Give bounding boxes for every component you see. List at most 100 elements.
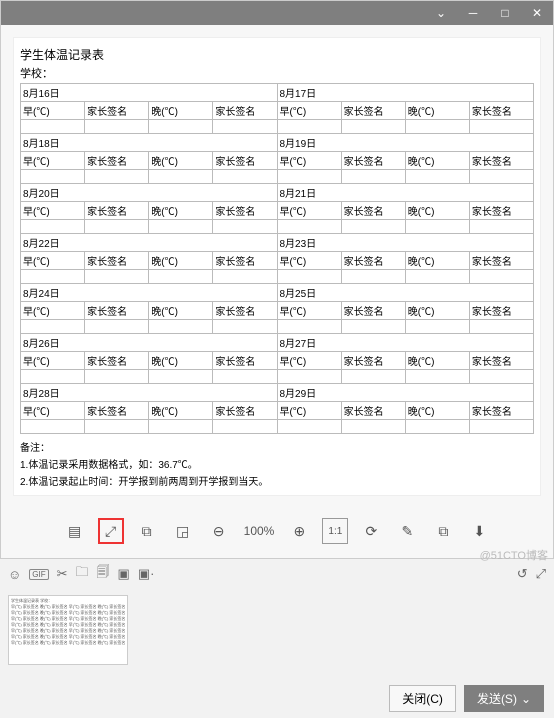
header-cell: 早(℃) — [21, 102, 85, 120]
titlebar-dropdown-icon[interactable]: ⌄ — [425, 6, 457, 20]
download-icon[interactable]: ⬇ — [466, 518, 492, 544]
header-cell: 晚(℃) — [405, 102, 469, 120]
date-cell: 8月23日 — [277, 234, 534, 252]
phone-icon[interactable]: ↺ — [517, 566, 528, 582]
header-cell: 家长签名 — [85, 152, 149, 170]
value-cell — [149, 270, 213, 284]
chat-toolbar: ☺ GIF ✂ 🗀 🗐 ▣ ▣· ↺ ⤢ — [0, 559, 554, 589]
zoom-in-icon[interactable]: ⊕ — [286, 518, 312, 544]
date-cell: 8月29日 — [277, 384, 534, 402]
expand-chat-icon[interactable]: ⤢ — [536, 566, 546, 582]
header-cell: 家长签名 — [85, 102, 149, 120]
header-cell: 早(℃) — [21, 252, 85, 270]
value-cell — [85, 270, 149, 284]
header-cell: 早(℃) — [277, 102, 341, 120]
grid-view-icon[interactable]: ▤ — [62, 518, 88, 544]
header-cell: 家长签名 — [341, 152, 405, 170]
header-cell: 早(℃) — [21, 352, 85, 370]
header-cell: 早(℃) — [21, 202, 85, 220]
value-cell — [149, 120, 213, 134]
header-cell: 家长签名 — [85, 302, 149, 320]
value-cell — [469, 370, 533, 384]
close-chat-button[interactable]: 关闭(C) — [389, 685, 456, 712]
header-cell: 早(℃) — [277, 202, 341, 220]
header-cell: 晚(℃) — [405, 302, 469, 320]
value-cell — [21, 320, 85, 334]
header-cell: 早(℃) — [21, 302, 85, 320]
value-cell — [277, 270, 341, 284]
edit-icon[interactable]: ✎ — [394, 518, 420, 544]
value-cell — [85, 320, 149, 334]
attachment-thumbnail[interactable]: 学生体温记录表 学校： 早(℃) 家长签名 晚(℃) 家长签名 早(℃) 家长签… — [8, 595, 128, 665]
value-cell — [213, 170, 277, 184]
folder-icon[interactable]: 🗀 — [76, 563, 89, 585]
value-cell — [469, 320, 533, 334]
value-cell — [469, 270, 533, 284]
value-cell — [341, 270, 405, 284]
value-cell — [277, 220, 341, 234]
copy-icon[interactable]: ⧉ — [134, 518, 160, 544]
value-cell — [469, 420, 533, 434]
value-cell — [21, 170, 85, 184]
maximize-button[interactable]: □ — [489, 6, 521, 20]
value-cell — [213, 420, 277, 434]
scissors-icon[interactable]: ✂ — [57, 566, 68, 582]
header-cell: 家长签名 — [85, 252, 149, 270]
value-cell — [21, 120, 85, 134]
header-cell: 家长签名 — [341, 102, 405, 120]
value-cell — [341, 220, 405, 234]
header-cell: 家长签名 — [341, 402, 405, 420]
watermark: @51CTO博客 — [480, 547, 548, 563]
header-cell: 晚(℃) — [149, 302, 213, 320]
value-cell — [149, 220, 213, 234]
value-cell — [213, 320, 277, 334]
value-cell — [85, 220, 149, 234]
gif-icon[interactable]: GIF — [29, 569, 48, 580]
header-cell: 家长签名 — [341, 202, 405, 220]
expand-icon[interactable]: ⤢ — [98, 518, 124, 544]
header-cell: 晚(℃) — [405, 202, 469, 220]
minimize-button[interactable]: ─ — [457, 6, 489, 20]
notes-line-2: 2.体温记录起止时间：开学报到前两周到开学报到当天。 — [20, 472, 534, 489]
header-cell: 家长签名 — [469, 252, 533, 270]
fit-icon[interactable]: 1:1 — [322, 518, 348, 544]
date-cell: 8月28日 — [21, 384, 278, 402]
header-cell: 家长签名 — [469, 102, 533, 120]
capture-icon[interactable]: ▣· — [138, 566, 155, 582]
image-icon[interactable]: ▣ — [118, 566, 130, 582]
header-cell: 晚(℃) — [149, 102, 213, 120]
value-cell — [341, 420, 405, 434]
zoom-percent[interactable]: 100% — [242, 518, 277, 544]
send-button[interactable]: 发送(S) ⌄ — [464, 685, 544, 712]
header-cell: 晚(℃) — [405, 252, 469, 270]
header-cell: 早(℃) — [21, 402, 85, 420]
doc-title: 学生体温记录表 — [20, 44, 534, 65]
history-icon[interactable]: 🗐 — [97, 563, 110, 585]
notes-heading: 备注： — [20, 438, 534, 455]
temperature-table: 8月16日8月17日早(℃)家长签名晚(℃)家长签名早(℃)家长签名晚(℃)家长… — [20, 83, 534, 434]
value-cell — [341, 320, 405, 334]
zoom-out-icon[interactable]: ⊖ — [206, 518, 232, 544]
close-button[interactable]: ✕ — [521, 6, 553, 20]
header-cell: 家长签名 — [85, 202, 149, 220]
crop2-icon[interactable]: ⧉ — [430, 518, 456, 544]
value-cell — [469, 220, 533, 234]
date-cell: 8月18日 — [21, 134, 278, 152]
value-cell — [405, 120, 469, 134]
header-cell: 家长签名 — [213, 402, 277, 420]
header-cell: 晚(℃) — [149, 152, 213, 170]
value-cell — [21, 220, 85, 234]
header-cell: 早(℃) — [277, 252, 341, 270]
header-cell: 晚(℃) — [149, 202, 213, 220]
header-cell: 晚(℃) — [149, 402, 213, 420]
header-cell: 家长签名 — [213, 102, 277, 120]
chat-input-area[interactable]: 学生体温记录表 学校： 早(℃) 家长签名 晚(℃) 家长签名 早(℃) 家长签… — [0, 589, 554, 679]
crop-icon[interactable]: ◲ — [170, 518, 196, 544]
header-cell: 家长签名 — [213, 202, 277, 220]
send-dropdown-icon[interactable]: ⌄ — [521, 692, 531, 706]
value-cell — [405, 220, 469, 234]
emoji-icon[interactable]: ☺ — [8, 567, 21, 582]
header-cell: 家长签名 — [213, 302, 277, 320]
rotate-icon[interactable]: ⟳ — [358, 518, 384, 544]
viewer-toolbar: ▤ ⤢ ⧉ ◲ ⊖ 100% ⊕ 1:1 ⟳ ✎ ⧉ ⬇ — [1, 508, 553, 558]
